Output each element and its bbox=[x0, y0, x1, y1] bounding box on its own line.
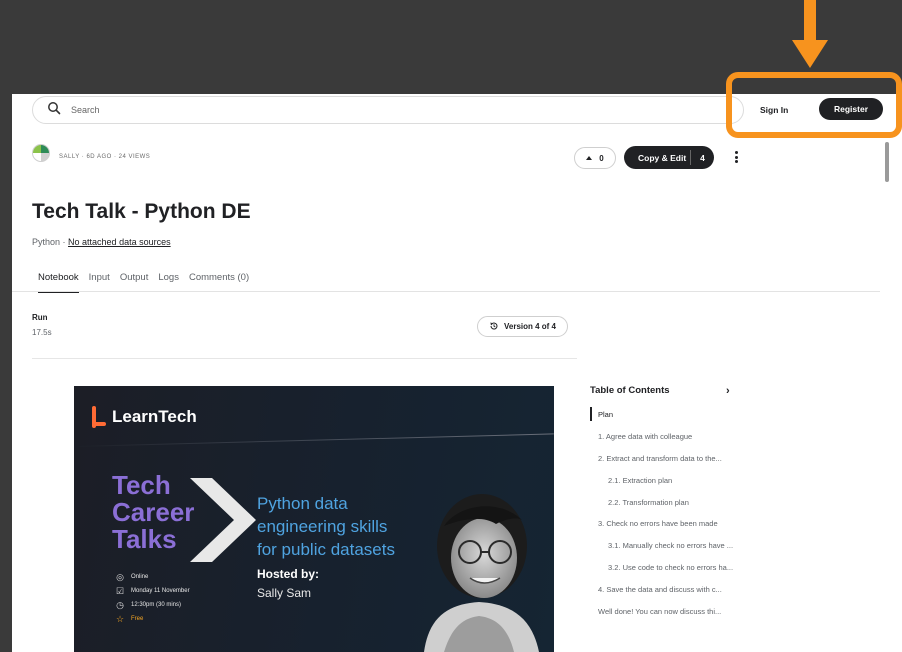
vote-count: 0 bbox=[599, 153, 604, 163]
toc-title: Table of Contents bbox=[590, 385, 670, 396]
more-options-icon[interactable] bbox=[730, 149, 742, 165]
series-title: Tech Career Talks bbox=[112, 472, 194, 553]
learntech-mark-icon bbox=[92, 406, 106, 428]
toc-item[interactable]: 3.1. Manually check no errors have ... bbox=[608, 541, 768, 550]
annotation-highlight-box bbox=[726, 72, 902, 138]
toc-item[interactable]: 1. Agree data with colleague bbox=[598, 432, 692, 441]
language-label: Python bbox=[32, 237, 61, 247]
star-icon: ☆ bbox=[115, 613, 125, 624]
series-line: Talks bbox=[112, 524, 177, 554]
banner-image: LearnTech Tech Career Talks Python data … bbox=[74, 386, 554, 652]
tab-input[interactable]: Input bbox=[89, 272, 110, 293]
run-label: Run bbox=[32, 313, 48, 322]
host-photo bbox=[424, 494, 539, 652]
notebook-page: Sign In Register SALLY · 6D AGO · 24 VIE… bbox=[12, 94, 902, 652]
chevron-right-icon bbox=[190, 478, 256, 562]
page-title: Tech Talk - Python DE bbox=[32, 200, 251, 223]
data-sources-link[interactable]: No attached data sources bbox=[68, 237, 171, 247]
search-input[interactable] bbox=[71, 105, 371, 115]
copy-edit-count: 4 bbox=[700, 152, 705, 163]
copy-edit-label: Copy & Edit bbox=[638, 152, 687, 163]
search-icon bbox=[47, 101, 61, 120]
divider bbox=[74, 433, 554, 447]
tab-output[interactable]: Output bbox=[120, 272, 149, 293]
toc-item[interactable]: 2.1. Extraction plan bbox=[608, 476, 672, 485]
avatar[interactable] bbox=[32, 144, 50, 162]
series-line: Tech bbox=[112, 470, 171, 500]
toc-item[interactable]: 4. Save the data and discuss with c... bbox=[598, 585, 768, 594]
event-date: Monday 11 November bbox=[131, 588, 190, 594]
notebook-tabs: Notebook Input Output Logs Comments (0) bbox=[38, 272, 259, 293]
toc-item[interactable]: 2.2. Transformation plan bbox=[608, 498, 689, 507]
event-mode: Online bbox=[131, 574, 149, 580]
learntech-logo: LearnTech bbox=[92, 406, 197, 428]
tab-comments[interactable]: Comments (0) bbox=[189, 272, 249, 293]
host-name: Sally Sam bbox=[257, 586, 312, 600]
subtitle-separator: · bbox=[60, 237, 69, 247]
tab-notebook[interactable]: Notebook bbox=[38, 272, 79, 293]
annotation-arrow-shaft bbox=[804, 0, 816, 42]
search-bar[interactable] bbox=[32, 96, 744, 124]
event-time: 12:30pm (30 mins) bbox=[131, 602, 182, 608]
brand-name: LearnTech bbox=[112, 407, 197, 426]
divider bbox=[32, 358, 577, 359]
globe-icon: ◎ bbox=[116, 571, 124, 582]
scrollbar[interactable] bbox=[885, 142, 889, 182]
toc-item[interactable]: Well done! You can now discuss thi... bbox=[598, 607, 768, 616]
history-icon bbox=[489, 321, 499, 333]
version-label: Version 4 of 4 bbox=[503, 322, 557, 331]
alarm-clock-icon: ◷ bbox=[116, 599, 124, 610]
run-time: 17.5s bbox=[32, 328, 52, 337]
toc-item[interactable]: 2. Extract and transform data to the... bbox=[598, 454, 768, 463]
chevron-right-icon[interactable]: › bbox=[726, 385, 730, 397]
series-line: Career bbox=[112, 497, 195, 527]
event-details: ◎ Online ☑ Monday 11 November ◷ 12:30pm (30… bbox=[115, 570, 190, 626]
toc-item[interactable]: Plan bbox=[598, 410, 613, 419]
version-button[interactable]: Version 4 of 4 bbox=[477, 316, 568, 337]
notebook-subtitle: Python · No attached data sources bbox=[32, 237, 171, 247]
toc-item[interactable]: 3.2. Use code to check no errors ha... bbox=[608, 563, 768, 572]
toc-item[interactable]: 3. Check no errors have been made bbox=[598, 519, 718, 528]
annotation-arrow-icon bbox=[792, 40, 828, 68]
hosted-by-label: Hosted by: bbox=[257, 567, 320, 581]
upvote-icon bbox=[586, 156, 593, 160]
copy-edit-button[interactable]: Copy & Edit 4 bbox=[624, 146, 714, 169]
event-price: Free bbox=[131, 616, 144, 622]
calendar-icon: ☑ bbox=[115, 585, 125, 596]
tab-logs[interactable]: Logs bbox=[158, 272, 179, 293]
author-meta: SALLY · 6D AGO · 24 VIEWS bbox=[59, 154, 151, 160]
tab-divider bbox=[12, 291, 880, 292]
toc-active-indicator bbox=[590, 407, 592, 421]
upvote-button[interactable]: 0 bbox=[574, 147, 616, 169]
